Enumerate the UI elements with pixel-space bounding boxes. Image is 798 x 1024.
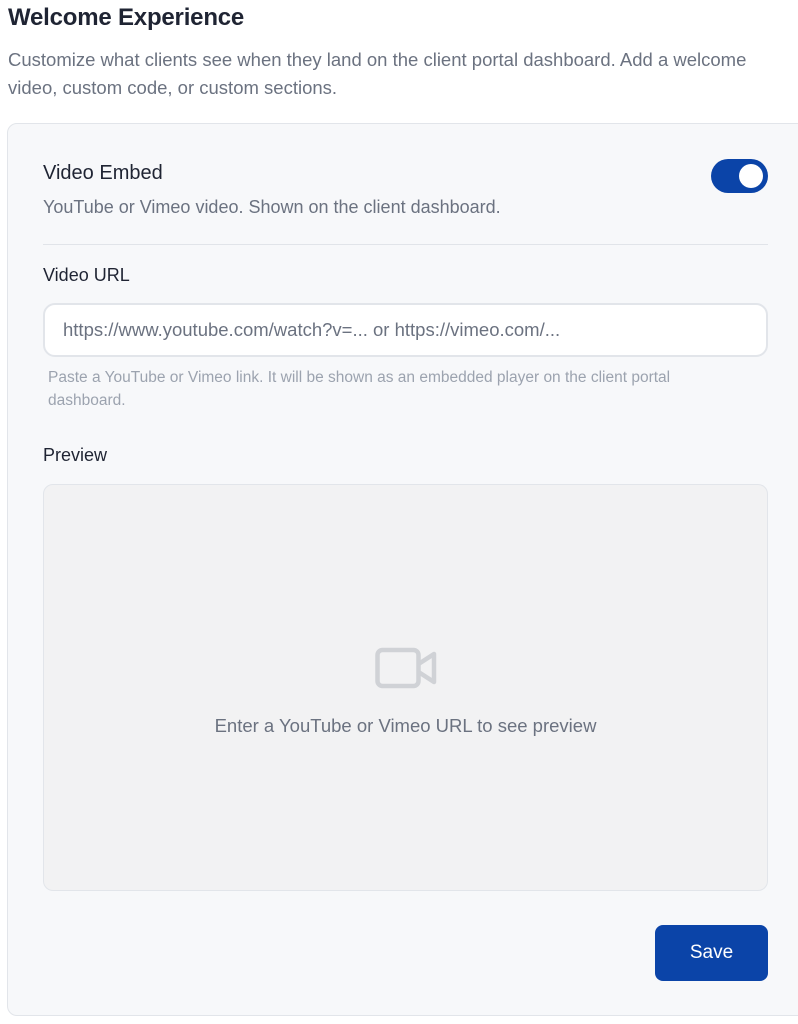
preview-empty-text: Enter a YouTube or Vimeo URL to see prev… — [214, 715, 597, 736]
video-embed-subtitle: YouTube or Vimeo video. Shown on the cli… — [43, 197, 501, 217]
video-url-help: Paste a YouTube or Vimeo link. It will b… — [48, 369, 671, 409]
video-preview-area: Enter a YouTube or Vimeo URL to see prev… — [43, 484, 768, 891]
welcome-experience-page: Welcome Experience Customize what client… — [0, 0, 798, 1024]
toggle-knob — [739, 164, 763, 188]
video-url-label: Video URL — [43, 265, 130, 285]
video-camera-icon — [375, 647, 437, 689]
save-button[interactable]: Save — [655, 925, 768, 981]
section-divider — [43, 244, 768, 245]
page-description: Customize what clients see when they lan… — [8, 49, 747, 98]
page-title: Welcome Experience — [8, 4, 245, 31]
video-embed-card: Video Embed YouTube or Vimeo video. Show… — [7, 123, 798, 1016]
video-embed-toggle[interactable] — [711, 159, 768, 193]
video-embed-title: Video Embed — [43, 162, 163, 184]
video-url-input[interactable] — [43, 303, 768, 357]
preview-label: Preview — [43, 445, 108, 465]
